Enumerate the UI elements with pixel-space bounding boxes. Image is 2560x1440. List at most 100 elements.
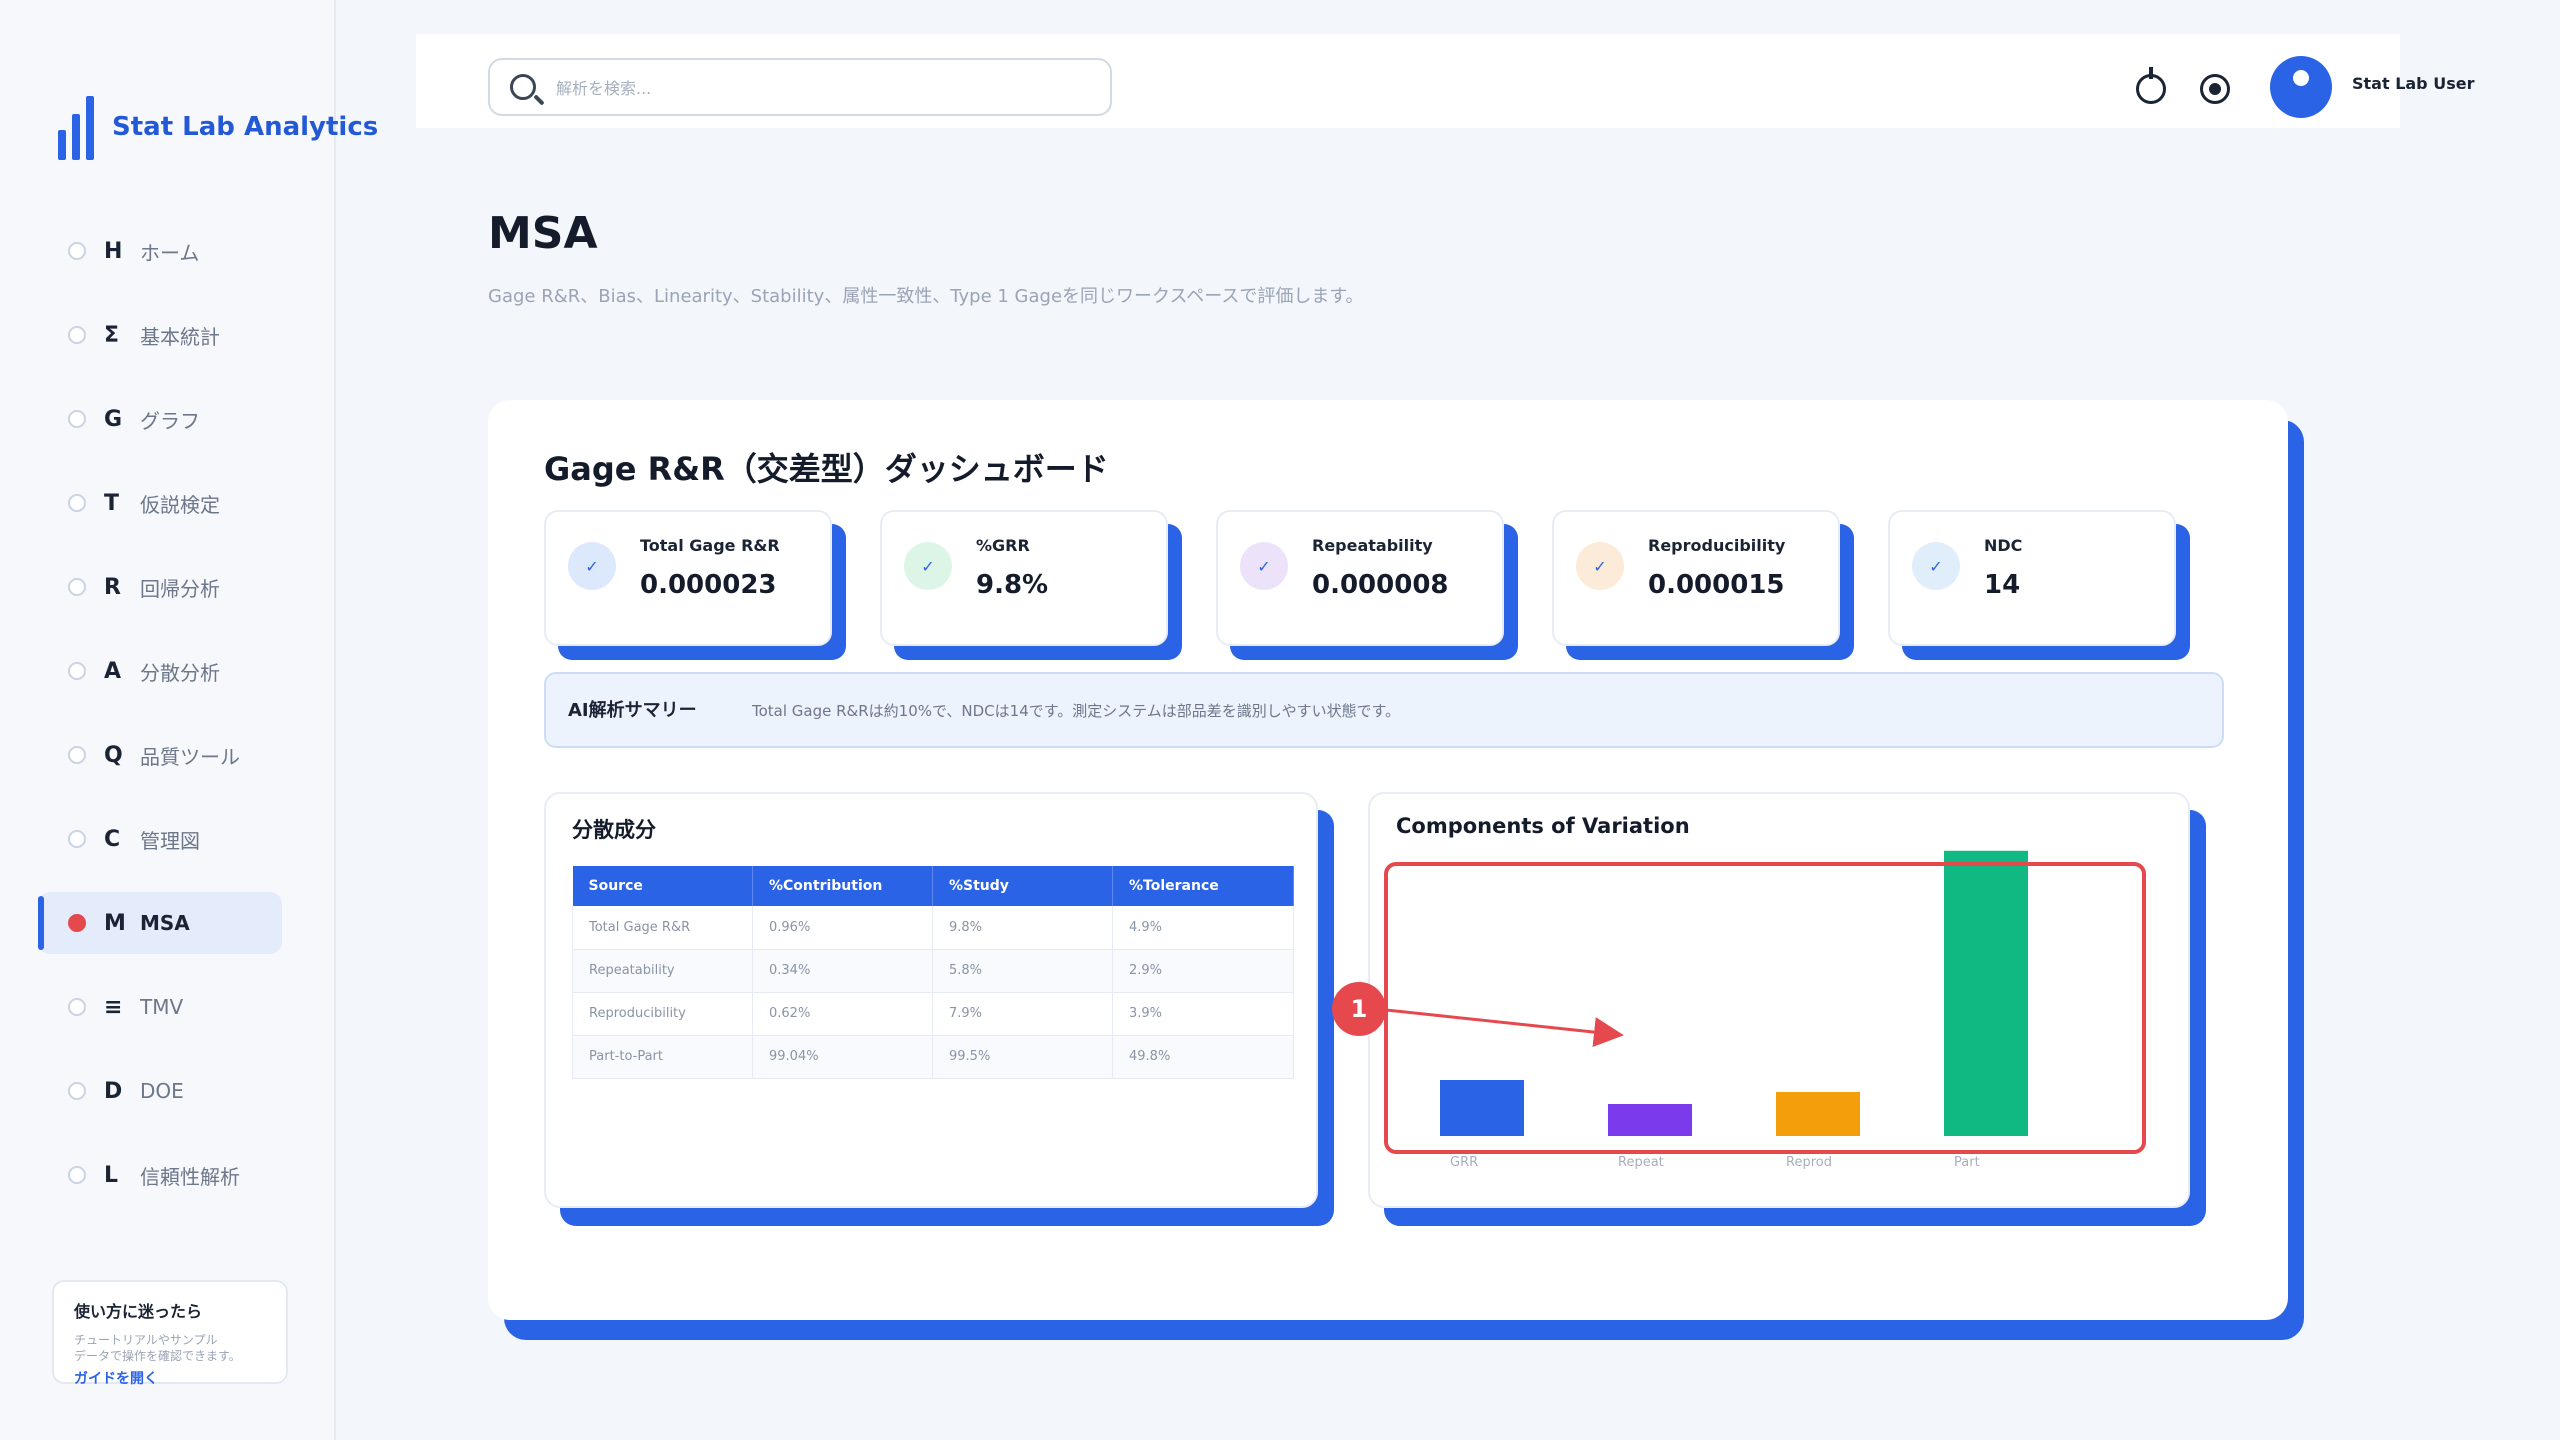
nav-key: H: [104, 238, 123, 264]
x-tick-label: GRR: [1450, 1155, 1478, 1170]
page-title: MSA: [488, 208, 598, 259]
table-cell: Total Gage R&R: [572, 906, 753, 950]
nav-status-dot: [68, 242, 86, 260]
nav-status-dot: [68, 1166, 86, 1184]
sidebar-item-10[interactable]: D DOE: [38, 1060, 282, 1122]
nav-key: Q: [104, 742, 123, 768]
target-icon[interactable]: [2200, 74, 2230, 104]
kpi-value: 0.000023: [640, 570, 777, 600]
avatar[interactable]: [2270, 56, 2332, 118]
annotation-marker: 1: [1332, 982, 1386, 1036]
kpi-name: %GRR: [976, 536, 1030, 555]
app-logo[interactable]: Stat Lab Analytics: [58, 96, 378, 160]
page-subtitle: Gage R&R、Bias、Linearity、Stability、属性一致性、…: [488, 286, 1364, 307]
sidebar-item-0[interactable]: H ホーム: [38, 220, 282, 282]
table-row: Reproducibility 0.62% 7.9% 3.9%: [572, 992, 1294, 1036]
nav-label: 管理図: [140, 828, 200, 853]
user-name[interactable]: Stat Lab User: [2352, 74, 2474, 93]
nav-label: 品質ツール: [140, 744, 240, 769]
check-icon: ✓: [1576, 542, 1624, 590]
kpi-card[interactable]: ✓ Reproducibility 0.000015: [1552, 510, 1840, 646]
x-tick-label: Reprod: [1786, 1155, 1832, 1170]
table-cell: Repeatability: [572, 949, 753, 993]
column-header[interactable]: %Tolerance: [1112, 866, 1294, 906]
components-of-variation-panel: Components of Variation GRR Repeat Reprod P…: [1332, 792, 2190, 1208]
table-cell: 7.9%: [932, 992, 1113, 1036]
kpi-name: NDC: [1984, 536, 2023, 555]
search-input[interactable]: [556, 70, 1096, 106]
nav-status-dot: [68, 494, 86, 512]
search-icon: [510, 74, 536, 100]
check-icon: ✓: [568, 542, 616, 590]
sidebar-item-3[interactable]: T 仮説検定: [38, 472, 282, 534]
sidebar-item-1[interactable]: Σ 基本統計: [38, 304, 282, 366]
sidebar-item-9[interactable]: ≡ TMV: [38, 976, 282, 1038]
nav-key: D: [104, 1078, 123, 1104]
nav-key: G: [104, 406, 123, 432]
x-tick-label: Part: [1954, 1155, 1980, 1170]
kpi-card[interactable]: ✓ Total Gage R&R 0.000023: [544, 510, 832, 646]
kpi-name: Reproducibility: [1648, 536, 1786, 555]
kpi-name: Repeatability: [1312, 536, 1433, 555]
column-header[interactable]: Source: [572, 866, 753, 906]
sidebar-item-8[interactable]: M MSA: [38, 892, 282, 954]
table-row: Repeatability 0.34% 5.8% 2.9%: [572, 949, 1294, 993]
power-icon[interactable]: [2136, 67, 2166, 104]
kpi-card[interactable]: ✓ %GRR 9.8%: [880, 510, 1168, 646]
bar-chart-logo-icon: [58, 96, 94, 160]
ai-summary-heading: AI解析サマリー: [568, 700, 697, 721]
kpi-card[interactable]: ✓ Repeatability 0.000008: [1216, 510, 1504, 646]
kpi-card[interactable]: ✓ NDC 14: [1888, 510, 2176, 646]
nav-label: 基本統計: [140, 324, 220, 349]
table-header-row: Source %Contribution %Study %Tolerance: [572, 866, 1294, 906]
sidebar-item-4[interactable]: R 回帰分析: [38, 556, 282, 618]
table-cell: 99.5%: [932, 1035, 1113, 1079]
sidebar-nav: H ホーム Σ 基本統計 G グラフ T 仮説検定 R 回帰分析 A 分散分析 Q 品質ツール C 管理図 M M…: [38, 220, 282, 1228]
x-tick-label: Repeat: [1618, 1155, 1664, 1170]
nav-status-dot: [68, 578, 86, 596]
nav-status-dot: [68, 1082, 86, 1100]
help-description-line: データで操作を確認できます。: [74, 1349, 241, 1363]
sidebar-item-7[interactable]: C 管理図: [38, 808, 282, 870]
check-icon: ✓: [1240, 542, 1288, 590]
help-description-line: チュートリアルやサンプル: [74, 1333, 218, 1347]
nav-status-dot: [68, 830, 86, 848]
search-box[interactable]: [488, 58, 1112, 116]
sidebar-item-5[interactable]: A 分散分析: [38, 640, 282, 702]
table-cell: 4.9%: [1112, 906, 1294, 950]
table-cell: 3.9%: [1112, 992, 1294, 1036]
table-cell: 49.8%: [1112, 1035, 1294, 1079]
sidebar-item-6[interactable]: Q 品質ツール: [38, 724, 282, 786]
nav-label: ホーム: [140, 240, 200, 265]
nav-key: A: [104, 658, 122, 684]
nav-status-dot: [68, 410, 86, 428]
nav-status-dot: [68, 914, 86, 932]
table-cell: 5.8%: [932, 949, 1113, 993]
column-header[interactable]: %Contribution: [752, 866, 933, 906]
check-icon: ✓: [904, 542, 952, 590]
column-header[interactable]: %Study: [932, 866, 1113, 906]
help-card: 使い方に迷ったら チュートリアルやサンプル データで操作を確認できます。 ガイド…: [52, 1280, 288, 1387]
sidebar-item-11[interactable]: L 信頼性解析: [38, 1144, 282, 1206]
sidebar-item-2[interactable]: G グラフ: [38, 388, 282, 450]
gage-rr-dashboard-card: Gage R&R（交差型）ダッシュボード ✓ Total Gage R&R 0.00…: [488, 400, 2288, 1320]
nav-label: 分散分析: [140, 660, 220, 685]
table-cell: 0.34%: [752, 949, 933, 993]
nav-label: グラフ: [140, 408, 200, 433]
nav-key: T: [104, 490, 120, 516]
nav-label: TMV: [140, 995, 184, 1019]
nav-label: 仮説検定: [140, 492, 220, 517]
nav-status-dot: [68, 326, 86, 344]
nav-key: Σ: [104, 322, 120, 348]
nav-key: L: [104, 1162, 119, 1188]
table-cell: 9.8%: [932, 906, 1113, 950]
sidebar: Stat Lab Analytics H ホーム Σ 基本統計 G グラフ T 仮説検定 R 回帰…: [0, 0, 378, 1440]
table-cell: 2.9%: [1112, 949, 1294, 993]
table-cell: Part-to-Part: [572, 1035, 753, 1079]
open-guide-link[interactable]: ガイドを開く: [74, 1368, 266, 1388]
ai-summary-text: Total Gage R&Rは約10%で、NDCは14です。測定システムは部品差…: [752, 702, 1401, 720]
kpi-value: 14: [1984, 570, 2021, 600]
table-cell: Reproducibility: [572, 992, 753, 1036]
ai-summary: AI解析サマリー Total Gage R&Rは約10%で、NDCは14です。測…: [544, 672, 2224, 748]
nav-status-dot: [68, 662, 86, 680]
